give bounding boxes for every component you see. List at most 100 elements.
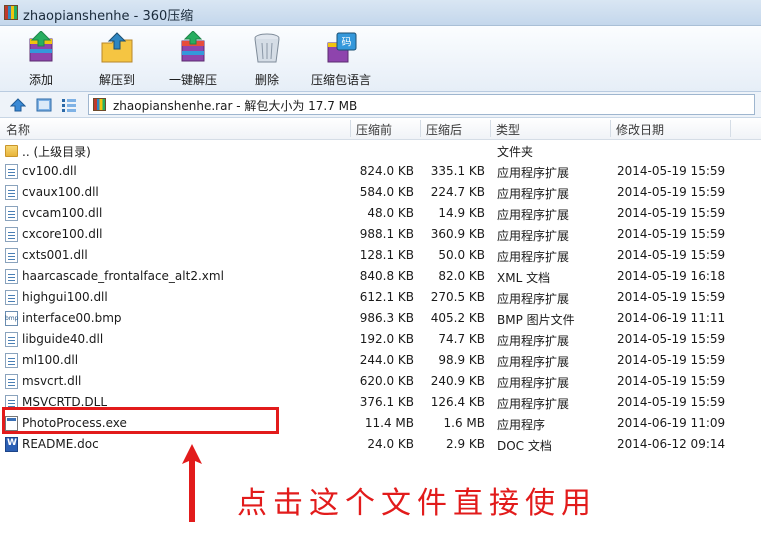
file-name: highgui100.dll xyxy=(22,290,108,304)
delete-trash-icon xyxy=(254,33,280,63)
file-name: interface00.bmp xyxy=(22,311,122,325)
file-size-before: 824.0 KB xyxy=(359,164,414,178)
column-divider[interactable] xyxy=(350,120,351,137)
file-row[interactable]: cvaux100.dll 584.0 KB 224.7 KB 应用程序扩展 20… xyxy=(0,182,761,203)
file-row[interactable]: README.doc 24.0 KB 2.9 KB DOC 文档 2014-06… xyxy=(0,434,761,455)
column-divider[interactable] xyxy=(730,120,731,137)
file-size-after: 98.9 KB xyxy=(438,353,485,367)
dll-file-icon xyxy=(5,374,18,389)
file-row[interactable]: cv100.dll 824.0 KB 335.1 KB 应用程序扩展 2014-… xyxy=(0,161,761,182)
bmp-file-icon xyxy=(5,311,18,326)
file-row[interactable]: ml100.dll 244.0 KB 98.9 KB 应用程序扩展 2014-0… xyxy=(0,350,761,371)
file-size-before: 192.0 KB xyxy=(359,332,414,346)
column-header-name[interactable]: 名称 xyxy=(6,121,30,138)
column-header-modified[interactable]: 修改日期 xyxy=(616,121,664,138)
column-header-compressed[interactable]: 压缩前 xyxy=(356,121,392,138)
column-header-type[interactable]: 类型 xyxy=(496,121,520,138)
file-size-before: 612.1 KB xyxy=(359,290,414,304)
extract-to-button[interactable]: 解压到 xyxy=(86,29,148,89)
dll-file-icon xyxy=(5,248,18,263)
column-divider[interactable] xyxy=(420,120,421,137)
file-modified: 2014-05-19 15:59 xyxy=(617,185,726,199)
toolbar: 添加 解压到 一键解压 删除 码 压缩包语言 xyxy=(0,26,761,92)
file-modified: 2014-05-19 15:59 xyxy=(617,290,726,304)
file-name: README.doc xyxy=(22,437,99,451)
annotation-highlight-box xyxy=(2,407,279,434)
window-title: zhaopianshenhe - 360压缩 xyxy=(23,9,194,24)
file-row[interactable]: msvcrt.dll 620.0 KB 240.9 KB 应用程序扩展 2014… xyxy=(0,371,761,392)
file-row[interactable]: cxcore100.dll 988.1 KB 360.9 KB 应用程序扩展 2… xyxy=(0,224,761,245)
file-modified: 2014-05-19 15:59 xyxy=(617,227,726,241)
file-size-before: 48.0 KB xyxy=(367,206,414,220)
file-size-after: 50.0 KB xyxy=(438,248,485,262)
file-size-before: 24.0 KB xyxy=(367,437,414,451)
file-name: cxts001.dll xyxy=(22,248,88,262)
file-modified: 2014-05-19 15:59 xyxy=(617,164,726,178)
file-modified: 2014-05-19 15:59 xyxy=(617,395,726,409)
file-row[interactable]: cvcam100.dll 48.0 KB 14.9 KB 应用程序扩展 2014… xyxy=(0,203,761,224)
file-modified: 2014-06-12 09:14 xyxy=(617,437,726,451)
add-archive-icon xyxy=(29,31,53,62)
dll-file-icon xyxy=(5,185,18,200)
file-row[interactable]: haarcascade_frontalface_alt2.xml 840.8 K… xyxy=(0,266,761,287)
file-name: haarcascade_frontalface_alt2.xml xyxy=(22,269,224,283)
file-type: 应用程序扩展 xyxy=(497,229,570,243)
list-view-icon[interactable] xyxy=(61,97,77,113)
file-size-before: 376.1 KB xyxy=(359,395,414,409)
file-modified: 2014-05-19 15:59 xyxy=(617,353,726,367)
file-row[interactable]: cxts001.dll 128.1 KB 50.0 KB 应用程序扩展 2014… xyxy=(0,245,761,266)
file-type: 应用程序扩展 xyxy=(497,187,570,201)
thumbnail-view-icon[interactable] xyxy=(36,97,52,113)
delete-button[interactable]: 删除 xyxy=(236,29,298,89)
file-row[interactable]: interface00.bmp 986.3 KB 405.2 KB BMP 图片… xyxy=(0,308,761,329)
dll-file-icon xyxy=(5,164,18,179)
address-text: zhaopianshenhe.rar - 解包大小为 17.7 MB xyxy=(113,99,358,113)
add-button-label: 添加 xyxy=(28,73,53,87)
xml-file-icon xyxy=(5,269,18,284)
file-type: 应用程序扩展 xyxy=(497,355,570,369)
column-divider[interactable] xyxy=(610,120,611,137)
dll-file-icon xyxy=(5,290,18,305)
file-size-before: 620.0 KB xyxy=(359,374,414,388)
file-name: cvaux100.dll xyxy=(22,185,99,199)
winrar-app-icon xyxy=(4,5,18,20)
file-size-after: 74.7 KB xyxy=(438,332,485,346)
address-field[interactable]: zhaopianshenhe.rar - 解包大小为 17.7 MB xyxy=(88,94,755,115)
file-type: XML 文档 xyxy=(497,271,551,285)
one-click-extract-button-label: 一键解压 xyxy=(168,73,217,87)
title-bar: zhaopianshenhe - 360压缩 xyxy=(0,0,761,26)
column-header-packed[interactable]: 压缩后 xyxy=(426,121,462,138)
file-type: 应用程序扩展 xyxy=(497,334,570,348)
archive-language-icon: 码 xyxy=(327,32,357,63)
file-size-before: 244.0 KB xyxy=(359,353,414,367)
file-type: DOC 文档 xyxy=(497,439,552,453)
file-size-after: 405.2 KB xyxy=(430,311,485,325)
file-row[interactable]: highgui100.dll 612.1 KB 270.5 KB 应用程序扩展 … xyxy=(0,287,761,308)
file-modified: 2014-05-19 16:18 xyxy=(617,269,726,283)
archive-icon xyxy=(93,98,106,111)
add-button[interactable]: 添加 xyxy=(10,29,72,89)
file-type: 应用程序扩展 xyxy=(497,397,570,411)
file-size-after: 335.1 KB xyxy=(430,164,485,178)
file-size-before: 128.1 KB xyxy=(359,248,414,262)
dll-file-icon xyxy=(5,227,18,242)
file-size-after: 82.0 KB xyxy=(438,269,485,283)
file-modified: 2014-05-19 15:59 xyxy=(617,206,726,220)
file-size-before: 986.3 KB xyxy=(359,311,414,325)
archive-language-button[interactable]: 码 压缩包语言 xyxy=(306,29,376,89)
address-bar: zhaopianshenhe.rar - 解包大小为 17.7 MB xyxy=(0,92,761,118)
file-row[interactable]: libguide40.dll 192.0 KB 74.7 KB 应用程序扩展 2… xyxy=(0,329,761,350)
file-type: 应用程序扩展 xyxy=(497,292,570,306)
file-modified: 2014-06-19 11:11 xyxy=(617,311,726,325)
extract-to-button-label: 解压到 xyxy=(98,73,135,87)
file-modified: 2014-06-19 11:09 xyxy=(617,416,726,430)
doc-file-icon xyxy=(5,437,18,452)
file-size-after: 2.9 KB xyxy=(446,437,485,451)
column-divider[interactable] xyxy=(490,120,491,137)
one-click-extract-button[interactable]: 一键解压 xyxy=(162,29,224,89)
up-arrow-icon[interactable] xyxy=(10,97,26,113)
dll-file-icon xyxy=(5,332,18,347)
file-row-parent-dir[interactable]: .. (上级目录) 文件夹 xyxy=(0,140,761,161)
file-name: .. (上级目录) xyxy=(22,145,91,159)
file-size-after: 14.9 KB xyxy=(438,206,485,220)
